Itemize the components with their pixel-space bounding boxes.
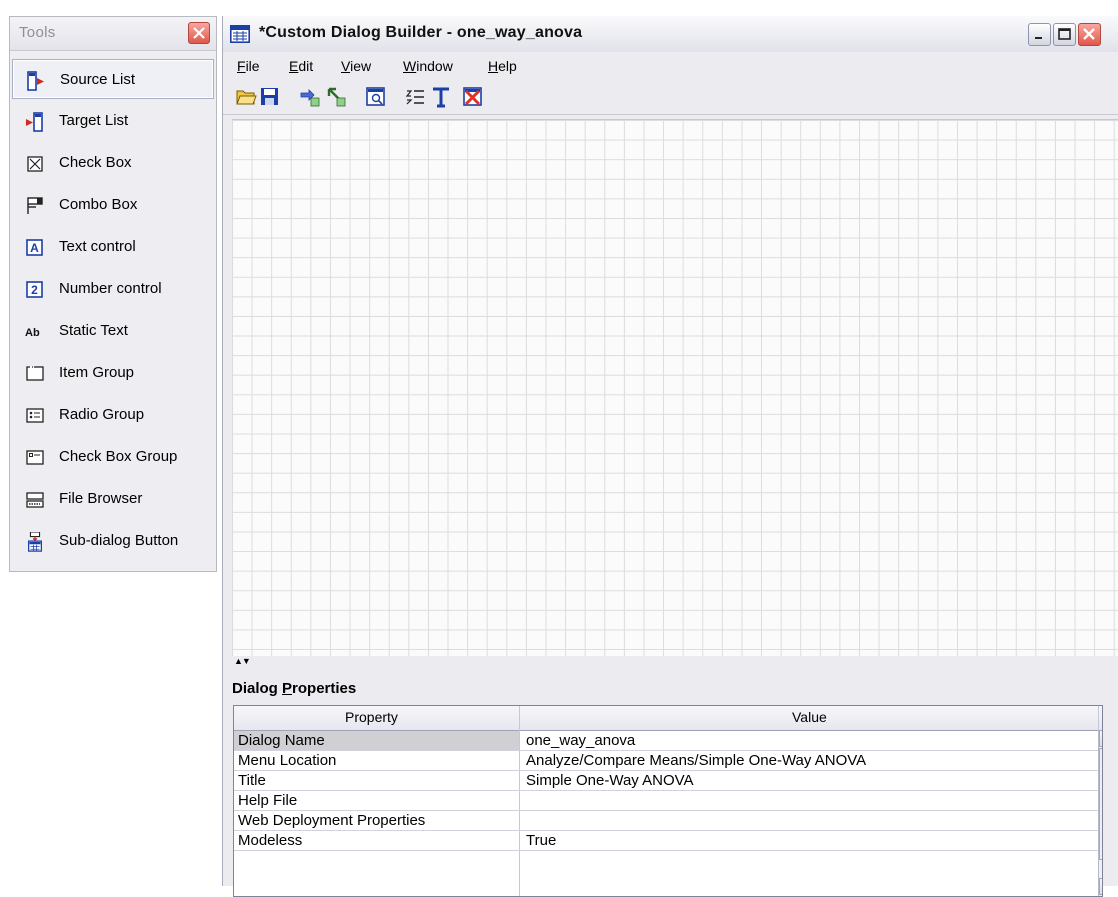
radio-group-icon	[26, 408, 44, 423]
tool-label: Check Box Group	[59, 448, 178, 465]
splitter[interactable]: ▲▼	[232, 656, 1118, 667]
minimize-icon	[1035, 37, 1042, 39]
dialog-canvas-grid[interactable]	[232, 119, 1118, 656]
table-header: Property Value	[234, 706, 1102, 731]
table-row[interactable]: Modeless True	[234, 831, 1100, 851]
tool-label: Source List	[60, 71, 136, 88]
close-button[interactable]	[188, 22, 210, 44]
tool-target-list[interactable]: Target List	[12, 101, 214, 141]
splitter-arrows-icon[interactable]: ▲▼	[234, 656, 251, 666]
table-row[interactable]: Web Deployment Properties	[234, 811, 1100, 831]
window-titlebar[interactable]: *Custom Dialog Builder - one_way_anova	[223, 16, 1118, 53]
preview-icon[interactable]	[365, 86, 387, 108]
maximize-icon	[1058, 28, 1071, 40]
open-folder-icon[interactable]	[235, 86, 257, 108]
number-control-glyph: 2	[31, 283, 38, 297]
tools-palette-title: Tools	[19, 24, 56, 41]
app-icon	[230, 25, 250, 43]
window-title: *Custom Dialog Builder - one_way_anova	[259, 24, 583, 41]
tool-static-text[interactable]: Ab Static Text	[12, 311, 214, 351]
property-value[interactable]: Simple One-Way ANOVA	[526, 772, 694, 789]
table-row[interactable]: Menu Location Analyze/Compare Means/Simp…	[234, 751, 1100, 771]
scroll-down-button[interactable]	[1099, 878, 1103, 895]
property-name: Help File	[238, 792, 298, 809]
tool-file-browser[interactable]: File Browser	[12, 479, 214, 519]
item-group-icon	[26, 366, 44, 381]
number-control-icon: 2	[26, 281, 43, 298]
dialog-properties-table: Property Value Dialog Name one_way_anova…	[233, 705, 1103, 897]
close-button[interactable]	[1078, 23, 1101, 46]
tool-combo-box[interactable]: Combo Box	[12, 185, 214, 225]
tool-label: Radio Group	[59, 406, 145, 423]
tool-label: File Browser	[59, 490, 143, 507]
menu-view[interactable]: View	[341, 58, 371, 74]
custom-dialog-builder-window: *Custom Dialog Builder - one_way_anova F…	[222, 16, 1118, 897]
combo-box-icon	[27, 197, 43, 214]
check-box-icon	[27, 156, 43, 172]
tool-label: Text control	[59, 238, 136, 255]
tool-check-box-group[interactable]: Check Box Group	[12, 437, 214, 477]
static-text-glyph: Ab	[25, 327, 40, 339]
table-row[interactable]: Dialog Name one_way_anova	[234, 731, 1100, 751]
menu-bar: File Edit View Window Help	[223, 52, 1118, 80]
tool-number-control[interactable]: 2 Number control	[12, 269, 214, 309]
vertical-scrollbar[interactable]	[1098, 730, 1103, 896]
tool-label: Item Group	[59, 364, 135, 381]
property-name: Menu Location	[238, 752, 337, 769]
scroll-up-button[interactable]	[1099, 730, 1103, 747]
menu-edit[interactable]: Edit	[289, 58, 313, 74]
menu-help[interactable]: Help	[488, 58, 517, 74]
dialog-properties-title: Dialog Properties	[232, 680, 357, 697]
property-value[interactable]: True	[526, 832, 556, 849]
property-name: Modeless	[238, 832, 303, 849]
table-row[interactable]: Title Simple One-Way ANOVA	[234, 771, 1100, 791]
tool-label: Combo Box	[59, 196, 138, 213]
property-value[interactable]: one_way_anova	[526, 732, 635, 749]
tool-item-group[interactable]: Item Group	[12, 353, 214, 393]
tool-source-list[interactable]: Source List	[12, 59, 214, 99]
menu-window[interactable]: Window	[403, 58, 453, 74]
tool-label: Static Text	[59, 322, 128, 339]
check-box-group-icon	[26, 450, 44, 465]
arrow-up-icon	[1100, 731, 1103, 746]
file-browser-icon	[26, 492, 44, 508]
tool-text-control[interactable]: A Text control	[12, 227, 214, 267]
property-name: Dialog Name	[238, 732, 325, 749]
menu-file[interactable]: File	[237, 58, 260, 74]
tool-label: Target List	[59, 112, 129, 129]
toolbar	[223, 80, 1118, 115]
arrow-down-icon	[1100, 879, 1103, 894]
source-list-icon	[27, 71, 44, 91]
close-icon	[1083, 28, 1095, 40]
column-header-property[interactable]: Property	[345, 709, 398, 725]
tool-label: Number control	[59, 280, 162, 297]
tool-label: Check Box	[59, 154, 132, 171]
sub-dialog-button-icon	[28, 532, 42, 552]
tool-radio-group[interactable]: Radio Group	[12, 395, 214, 435]
property-name: Web Deployment Properties	[238, 812, 426, 829]
tool-sub-dialog-button[interactable]: Sub-dialog Button	[12, 521, 214, 561]
target-list-icon	[26, 112, 43, 132]
property-value[interactable]: Analyze/Compare Means/Simple One-Way ANO…	[526, 752, 866, 769]
property-name: Title	[238, 772, 266, 789]
text-control-glyph: A	[30, 241, 39, 255]
save-icon[interactable]	[259, 86, 281, 108]
text-control-icon: A	[26, 239, 43, 256]
column-header-value[interactable]: Value	[792, 709, 827, 725]
tool-check-box[interactable]: Check Box	[12, 143, 214, 183]
install-icon[interactable]	[299, 86, 321, 108]
close-icon	[193, 27, 205, 39]
table-row[interactable]: Help File	[234, 791, 1100, 811]
delete-icon[interactable]	[462, 86, 484, 108]
minimize-button[interactable]	[1028, 23, 1051, 46]
maximize-button[interactable]	[1053, 23, 1076, 46]
uninstall-icon[interactable]	[325, 86, 347, 108]
build-icon[interactable]	[430, 86, 452, 108]
tool-label: Sub-dialog Button	[59, 532, 179, 549]
tools-palette-titlebar[interactable]: Tools	[10, 17, 216, 51]
tab-order-icon[interactable]	[405, 86, 427, 108]
tools-palette: Tools Source List Target List Check Box	[9, 16, 217, 572]
static-text-icon: Ab	[25, 327, 40, 339]
scroll-thumb[interactable]	[1099, 748, 1102, 860]
